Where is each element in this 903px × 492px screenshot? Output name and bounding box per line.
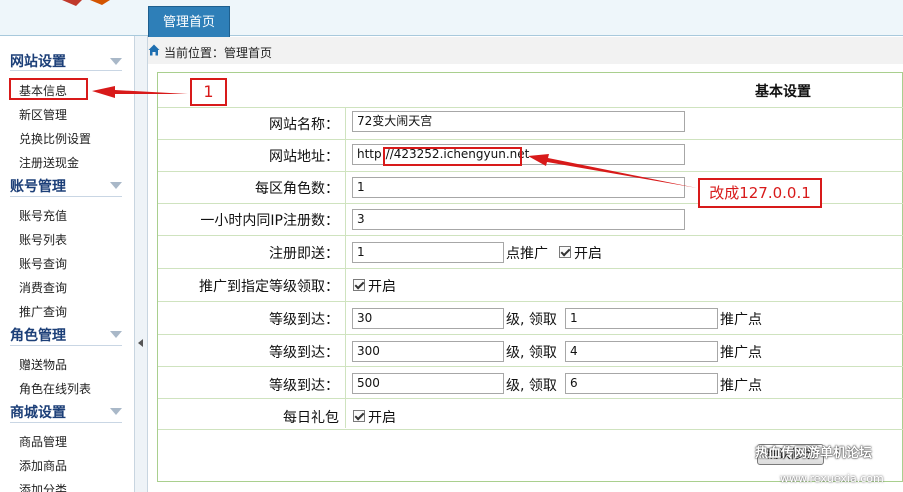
annotation-step-number: 1 <box>190 78 227 106</box>
sidebar-item-add-category[interactable]: 添加分类 <box>19 481 67 492</box>
sidebar-item-account-query[interactable]: 账号查询 <box>19 255 67 272</box>
ip-limit-input[interactable]: 3 <box>352 209 685 230</box>
divider <box>10 196 122 197</box>
chevron-down-icon[interactable] <box>110 182 122 189</box>
sidebar-item-add-product[interactable]: 添加商品 <box>19 457 67 474</box>
divider <box>10 345 122 346</box>
sidebar-item-register-cash[interactable]: 注册送现金 <box>19 154 79 171</box>
divider <box>158 366 903 367</box>
sidebar-item-account-list[interactable]: 账号列表 <box>19 231 67 248</box>
promo-level-enable-label: 开启 <box>368 279 396 295</box>
sidebar-item-online-roles[interactable]: 角色在线列表 <box>19 380 91 397</box>
reward-unit: 推广点 <box>720 378 762 394</box>
collapse-arrow-icon[interactable] <box>138 339 143 347</box>
annotation-highlight-url <box>383 147 522 166</box>
level-input[interactable]: 300 <box>352 341 504 362</box>
divider <box>10 422 122 423</box>
level-reward-text: 级, 领取 <box>506 312 557 328</box>
logo-fragment-icon <box>62 0 110 6</box>
chevron-down-icon[interactable] <box>110 331 122 338</box>
top-bar: 管理首页 <box>0 0 903 37</box>
register-bonus-input[interactable]: 1 <box>352 242 504 263</box>
basic-settings-form: 基本设置 网站名称： 72变大闹天宫 网站地址： http://423252.i… <box>157 72 903 482</box>
daily-gift-label: 每日礼包 <box>283 410 339 426</box>
annotation-highlight-basic-info <box>9 78 88 100</box>
roles-per-zone-input[interactable]: 1 <box>352 177 685 198</box>
divider <box>10 70 122 71</box>
sidebar-item-gift-items[interactable]: 赠送物品 <box>19 356 67 373</box>
daily-gift-enable-label: 开启 <box>368 410 396 426</box>
promo-level-label: 推广到指定等级领取： <box>199 279 339 295</box>
level-label: 等级到达： <box>269 312 339 328</box>
site-name-input[interactable]: 72变大闹天宫 <box>352 111 685 132</box>
divider <box>158 235 903 236</box>
chevron-down-icon[interactable] <box>110 408 122 415</box>
register-unit: 点推广 <box>506 246 548 262</box>
divider <box>158 171 903 172</box>
sidebar-item-spending-query[interactable]: 消费查询 <box>19 279 67 296</box>
level-label: 等级到达： <box>269 345 339 361</box>
divider <box>158 398 903 399</box>
home-icon <box>148 44 160 56</box>
sidebar-item-product-manage[interactable]: 商品管理 <box>19 433 67 450</box>
reward-input[interactable]: 6 <box>565 373 718 394</box>
annotation-note: 改成127.0.0.1 <box>698 178 822 208</box>
level-input[interactable]: 30 <box>352 308 504 329</box>
sidebar-group-roles[interactable]: 角色管理 <box>10 325 66 345</box>
reward-input[interactable]: 1 <box>565 308 718 329</box>
sidebar: 网站设置 基本信息 新区管理 兑换比例设置 注册送现金 账号管理 账号充值 账号… <box>0 36 134 492</box>
divider <box>158 334 903 335</box>
reward-unit: 推广点 <box>720 345 762 361</box>
sidebar-item-account-recharge[interactable]: 账号充值 <box>19 207 67 224</box>
sidebar-item-exchange-ratio[interactable]: 兑换比例设置 <box>19 130 91 147</box>
site-url-label: 网站地址： <box>269 149 339 165</box>
sidebar-group-shop[interactable]: 商城设置 <box>10 402 66 422</box>
promo-level-enable-checkbox[interactable] <box>353 279 365 291</box>
site-name-label: 网站名称： <box>269 117 339 133</box>
sidebar-item-new-zone[interactable]: 新区管理 <box>19 106 67 123</box>
sidebar-group-accounts[interactable]: 账号管理 <box>10 176 66 196</box>
watermark: 热血传网游单机论坛 <box>755 446 873 461</box>
register-enable-checkbox[interactable] <box>559 246 571 258</box>
level-reward-text: 级, 领取 <box>506 345 557 361</box>
sidebar-collapse-bar[interactable] <box>134 36 148 492</box>
register-enable-label: 开启 <box>574 246 602 262</box>
level-input[interactable]: 500 <box>352 373 504 394</box>
divider <box>158 268 903 269</box>
register-bonus-label: 注册即送： <box>269 246 339 262</box>
level-label: 等级到达： <box>269 378 339 394</box>
roles-per-zone-label: 每区角色数： <box>255 181 339 197</box>
divider <box>158 139 903 140</box>
chevron-down-icon[interactable] <box>110 58 122 65</box>
ip-limit-label: 一小时内同IP注册数： <box>200 213 339 229</box>
reward-unit: 推广点 <box>720 312 762 328</box>
breadcrumb: 当前位置：管理首页 <box>148 37 903 64</box>
watermark-url: www.rexuexia.com <box>780 472 884 485</box>
divider <box>158 429 903 430</box>
divider <box>158 301 903 302</box>
sidebar-item-promotion-query[interactable]: 推广查询 <box>19 303 67 320</box>
sidebar-group-site-settings[interactable]: 网站设置 <box>10 51 66 71</box>
level-reward-text: 级, 领取 <box>506 378 557 394</box>
form-title: 基本设置 <box>755 84 811 100</box>
reward-input[interactable]: 4 <box>565 341 718 362</box>
breadcrumb-text: 当前位置：管理首页 <box>164 46 273 60</box>
daily-gift-enable-checkbox[interactable] <box>353 410 365 422</box>
divider <box>158 107 903 108</box>
tab-admin-home[interactable]: 管理首页 <box>148 6 230 37</box>
divider <box>345 107 346 428</box>
